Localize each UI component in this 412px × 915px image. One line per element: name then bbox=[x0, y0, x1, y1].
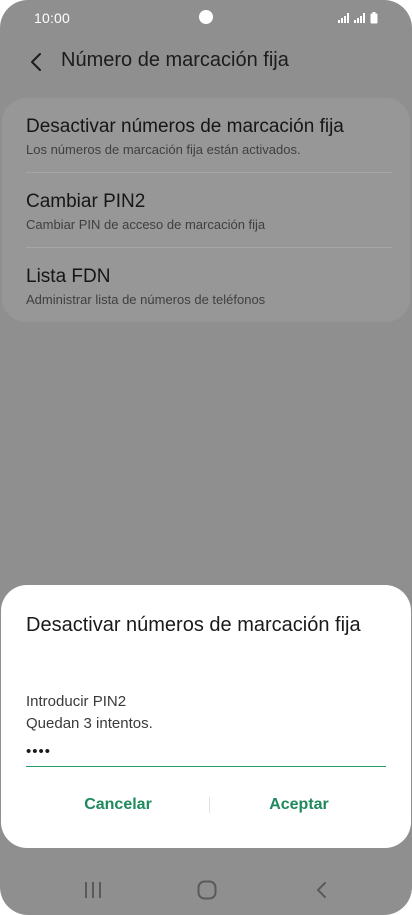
nav-back-button[interactable] bbox=[307, 878, 337, 902]
back-icon bbox=[317, 882, 326, 898]
setting-title: Cambiar PIN2 bbox=[26, 191, 146, 212]
front-camera bbox=[199, 10, 213, 24]
page-title: Número de marcación fija bbox=[61, 49, 289, 71]
recent-apps-icon bbox=[85, 882, 101, 898]
setting-subtitle: Cambiar PIN de acceso de marcación fija bbox=[26, 217, 266, 232]
navigation-bar bbox=[0, 868, 412, 912]
signal-icon bbox=[338, 13, 349, 23]
pin-label: Introducir PIN2 bbox=[26, 693, 127, 710]
attempts-remaining: Quedan 3 intentos. bbox=[26, 715, 153, 732]
chevron-left-icon bbox=[31, 53, 41, 71]
setting-subtitle: Los números de marcación fija están acti… bbox=[26, 142, 301, 157]
settings-card: Desactivar números de marcación fija Los… bbox=[2, 98, 410, 322]
divider bbox=[26, 247, 392, 248]
setting-title: Lista FDN bbox=[26, 266, 111, 287]
cancel-button[interactable]: Cancelar bbox=[38, 790, 198, 820]
setting-subtitle: Administrar lista de números de teléfono… bbox=[26, 292, 266, 307]
home-icon bbox=[197, 880, 217, 900]
setting-change-pin2[interactable]: Cambiar PIN2 Cambiar PIN de acceso de ma… bbox=[26, 191, 386, 232]
setting-disable-fdn[interactable]: Desactivar números de marcación fija Los… bbox=[26, 116, 386, 157]
status-icons bbox=[338, 12, 378, 24]
setting-fdn-list[interactable]: Lista FDN Administrar lista de números d… bbox=[26, 266, 386, 307]
button-separator bbox=[209, 797, 210, 813]
setting-title: Desactivar números de marcación fija bbox=[26, 116, 344, 137]
battery-icon bbox=[370, 12, 378, 24]
phone-screen: 10:00 Número de marcación fija Desactiva… bbox=[0, 0, 412, 915]
dialog-actions: Cancelar Aceptar bbox=[1, 790, 411, 820]
divider bbox=[26, 172, 392, 173]
back-button[interactable] bbox=[22, 48, 50, 76]
app-header: Número de marcación fija bbox=[0, 42, 412, 82]
signal-icon bbox=[354, 13, 365, 23]
home-button[interactable] bbox=[192, 878, 222, 902]
pin2-dialog: Desactivar números de marcación fija Int… bbox=[1, 585, 411, 848]
pin2-input[interactable] bbox=[26, 735, 386, 767]
dialog-title: Desactivar números de marcación fija bbox=[26, 614, 361, 636]
recent-apps-button[interactable] bbox=[78, 878, 108, 902]
accept-button[interactable]: Aceptar bbox=[219, 790, 379, 820]
status-time: 10:00 bbox=[34, 10, 71, 26]
